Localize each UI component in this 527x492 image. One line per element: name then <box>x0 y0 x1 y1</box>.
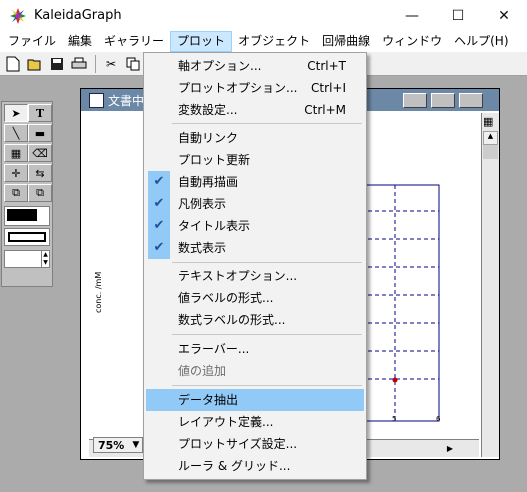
app-title: KaleidaGraph <box>34 8 122 23</box>
checkmark-icon: ✔ <box>148 215 170 237</box>
menu-item-layout-definition[interactable]: レイアウト定義... <box>146 411 364 433</box>
menu-item-data-extraction[interactable]: データ抽出 <box>146 389 364 411</box>
data-point <box>392 377 398 383</box>
doc-close-button[interactable] <box>459 93 483 108</box>
menu-item-plot-options[interactable]: プロットオプション... Ctrl+I <box>146 77 364 99</box>
fill-color-swatch[interactable] <box>4 206 50 226</box>
menu-item-show-legend[interactable]: ✔ 凡例表示 <box>146 193 364 215</box>
menu-separator <box>172 385 362 386</box>
data-select-tool-icon[interactable]: ⇆ <box>28 164 52 182</box>
menu-item-equation-label-format[interactable]: 数式ラベルの形式... <box>146 309 364 331</box>
menu-item-auto-redraw[interactable]: ✔ 自動再描画 <box>146 171 364 193</box>
menu-item-error-bars[interactable]: エラーバー... <box>146 338 364 360</box>
line-tool-icon[interactable]: ╲ <box>4 124 28 142</box>
minimize-button[interactable]: — <box>389 0 435 31</box>
kaleidagraph-logo-icon <box>10 7 26 24</box>
checkmark-icon: ✔ <box>148 171 170 193</box>
menu-plot[interactable]: プロット <box>170 31 233 52</box>
crosshair-tool-icon[interactable]: ✛ <box>4 164 28 182</box>
menu-item-axis-options[interactable]: 軸オプション... Ctrl+T <box>146 55 364 77</box>
menu-item-show-title[interactable]: ✔ タイトル表示 <box>146 215 364 237</box>
tool-palette: ➤ T ╲ ▬ ▦ ⌫ ✛ ⇆ ⧉ ⧉ ▲ ▼ <box>1 101 53 287</box>
checkmark-icon: ✔ <box>148 193 170 215</box>
menu-item-text-options[interactable]: テキストオプション... <box>146 265 364 287</box>
text-tool-icon[interactable]: T <box>28 104 52 122</box>
menu-item-rulers-grid[interactable]: ルーラ & グリッド... <box>146 455 364 477</box>
menu-item-show-equation[interactable]: ✔ 数式表示 <box>146 237 364 259</box>
menu-item-plot-size[interactable]: プロットサイズ設定... <box>146 433 364 455</box>
table-tool-icon[interactable]: ▦ <box>4 144 28 162</box>
menu-object[interactable]: オブジェクト <box>232 31 316 52</box>
menu-help[interactable]: ヘルプ(H) <box>448 31 514 52</box>
checkmark-icon: ✔ <box>148 237 170 259</box>
menu-edit[interactable]: 編集 <box>62 31 98 52</box>
menu-item-value-label-format[interactable]: 値ラベルの形式... <box>146 287 364 309</box>
group-tool-icon[interactable]: ⧉ <box>4 184 28 202</box>
table-grid-icon[interactable]: ▦ <box>483 115 497 129</box>
document-title: 文書中 <box>108 93 145 108</box>
scroll-up-arrow-icon[interactable]: ▲ <box>483 131 498 145</box>
menu-item-add-values: 値の追加 <box>178 364 227 378</box>
x-tick-label: 6 <box>436 415 441 423</box>
cut-icon[interactable]: ✂ <box>101 54 121 74</box>
menu-separator <box>172 262 362 263</box>
title-bar: KaleidaGraph — ☐ ✕ <box>0 0 527 31</box>
y-axis-label: conc. /mM <box>94 271 103 313</box>
print-icon[interactable] <box>69 54 89 74</box>
rectangle-tool-icon[interactable]: ▬ <box>28 124 52 142</box>
menu-separator <box>172 123 362 124</box>
vertical-scrollbar[interactable]: ▲ <box>481 113 499 457</box>
document-icon <box>89 92 104 108</box>
chevron-down-icon: ▼ <box>132 440 140 450</box>
pen-color-swatch[interactable] <box>4 228 50 246</box>
scroll-right-arrow-icon[interactable]: ▶ <box>443 441 457 456</box>
menu-window[interactable]: ウィンドウ <box>376 31 448 52</box>
doc-maximize-button[interactable] <box>431 93 455 108</box>
menu-item-variable-settings[interactable]: 変数設定... Ctrl+M <box>146 99 364 121</box>
plot-menu-dropdown: 軸オプション... Ctrl+T プロットオプション... Ctrl+I 変数設定.… <box>143 52 367 480</box>
menu-item-update-plot[interactable]: プロット更新 <box>146 149 364 171</box>
menu-bar: ファイル 編集 ギャラリー プロット オブジェクト 回帰曲線 ウィンドウ ヘルプ… <box>0 31 527 52</box>
menu-file[interactable]: ファイル <box>2 31 62 52</box>
line-width-selector[interactable]: ▲ ▼ <box>4 250 50 268</box>
new-doc-icon[interactable] <box>3 54 23 74</box>
menu-item-auto-link[interactable]: 自動リンク <box>146 127 364 149</box>
copy-icon[interactable] <box>123 54 143 74</box>
menu-gallery[interactable]: ギャラリー <box>98 31 170 52</box>
eraser-tool-icon[interactable]: ⌫ <box>28 144 52 162</box>
scroll-thumb[interactable] <box>483 145 498 159</box>
ungroup-tool-icon[interactable]: ⧉ <box>28 184 52 202</box>
zoom-selector[interactable]: 75% ▼ <box>93 437 143 453</box>
maximize-button[interactable]: ☐ <box>435 0 481 31</box>
select-arrow-icon[interactable]: ➤ <box>4 104 28 122</box>
save-icon[interactable] <box>47 54 67 74</box>
menu-curve-fit[interactable]: 回帰曲線 <box>316 31 376 52</box>
zoom-value: 75% <box>98 438 125 452</box>
close-button[interactable]: ✕ <box>481 0 527 31</box>
doc-minimize-button[interactable] <box>403 93 427 108</box>
open-folder-icon[interactable] <box>25 54 45 74</box>
menu-separator <box>172 334 362 335</box>
x-tick-label: 5 <box>392 415 397 423</box>
